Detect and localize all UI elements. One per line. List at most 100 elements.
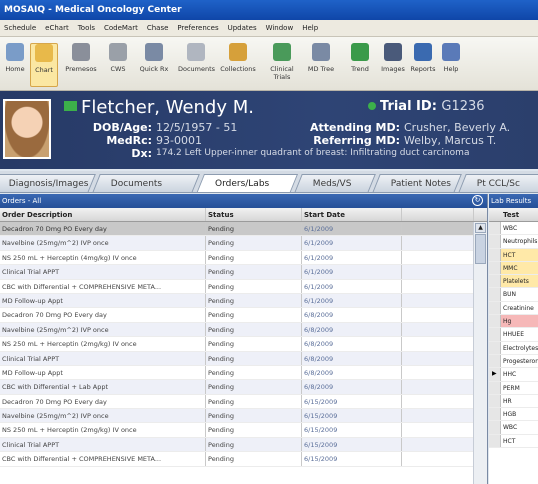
lab-row[interactable]: Electrolytes — [489, 341, 538, 355]
tab-orders-labs[interactable]: Orders/Labs — [195, 174, 299, 192]
referring-value: Welby, Marcus T. — [404, 134, 497, 147]
lab-row[interactable]: Creatinine — [489, 301, 538, 316]
toolbar-trend-button[interactable]: Trend — [345, 43, 375, 87]
extra-cell — [402, 222, 474, 236]
toolbar-chart-button[interactable]: Chart — [30, 43, 58, 87]
lab-row[interactable]: WBC — [489, 222, 538, 236]
refresh-icon[interactable]: ↻ — [472, 195, 483, 206]
toolbar-md-tree-button[interactable]: MD Tree — [303, 43, 339, 87]
table-row[interactable]: NS 250 mL + Herceptin (4mg/kg) IV once Pe… — [0, 250, 487, 266]
lab-results-panel: Lab Results Test WBC Neutrophils HCT MMC Pla… — [489, 194, 538, 484]
lab-row[interactable]: HCT — [489, 248, 538, 262]
lab-row[interactable]: PERM — [489, 381, 538, 395]
toolbar-quick-rx-button[interactable]: Quick Rx — [135, 43, 173, 87]
lab-row[interactable]: BUN — [489, 288, 538, 302]
table-row[interactable]: Navelbine (25mg/m^2) IVP once Pending 6/8/… — [0, 322, 487, 338]
lab-test-name: HR — [503, 397, 512, 405]
tab-documents[interactable]: Documents — [92, 174, 200, 192]
lab-results-body: WBC Neutrophils HCT MMC Platelets BUN Creatini… — [489, 222, 538, 449]
table-row[interactable]: Navelbine (25mg/m^2) IVP once Pending 6/1/… — [0, 236, 487, 251]
order-description-cell: CBC with Differential + COMPREHENSIVE ME… — [0, 279, 206, 293]
toolbar-images-button[interactable]: Images — [380, 43, 406, 87]
lab-row[interactable]: Neutrophils — [489, 235, 538, 249]
lab-row[interactable]: HHUEE — [489, 328, 538, 342]
table-row[interactable]: CBC with Differential + COMPREHENSIVE ME… — [0, 279, 487, 294]
start-date-cell: 6/15/2009 — [302, 437, 402, 452]
menu-item-schedule[interactable]: Schedule — [4, 24, 36, 32]
table-row[interactable]: CBC with Differential + Lab Appt Pending 6… — [0, 380, 487, 395]
table-row[interactable]: MD Follow-up Appt Pending 6/8/2009 — [0, 365, 487, 381]
toolbar-reports-button[interactable]: Reports — [410, 43, 436, 87]
table-row[interactable]: Decadron 70 Dmg PO Every day Pending 6/8/2… — [0, 308, 487, 323]
help-icon — [442, 43, 460, 61]
column-order-description[interactable]: Order Description — [0, 208, 206, 221]
start-date-cell: 6/1/2009 — [302, 293, 402, 308]
toolbar-label: Clinical Trials — [270, 65, 294, 81]
menu-item-window[interactable]: Window — [266, 24, 294, 32]
table-row[interactable]: Decadron 70 Dmg PO Every day Pending 6/1/2… — [0, 222, 487, 237]
orders-scrollbar[interactable]: ▲ — [473, 222, 487, 484]
md-tree-icon — [312, 43, 330, 61]
scroll-up-icon[interactable]: ▲ — [475, 223, 486, 233]
menu-item-tools[interactable]: Tools — [78, 24, 95, 32]
dob-value: 12/5/1957 - 51 — [156, 121, 238, 134]
table-row[interactable]: Navelbine (25mg/m^2) IVP once Pending 6/15… — [0, 409, 487, 424]
toolbar-cws-button[interactable]: CWS — [105, 43, 131, 87]
lab-test-name: Platelets — [503, 278, 529, 286]
table-row[interactable]: Decadron 70 Dmg PO Every day Pending 6/15/… — [0, 394, 487, 410]
table-row[interactable]: NS 250 mL + Herceptin (2mg/kg) IV once Pe… — [0, 423, 487, 438]
lab-column-test[interactable]: Test — [489, 208, 538, 222]
menu-item-updates[interactable]: Updates — [228, 24, 257, 32]
tab-label: Meds/VS — [312, 179, 352, 189]
toolbar-help-button[interactable]: Help — [440, 43, 462, 87]
status-cell: Pending — [206, 365, 302, 380]
table-row[interactable]: NS 250 mL + Herceptin (2mg/kg) IV once Pe… — [0, 337, 487, 352]
tab-diagnosis-images[interactable]: Diagnosis/Images — [0, 174, 96, 192]
lab-row[interactable]: Platelets — [489, 275, 538, 289]
lab-results-header: Lab Results — [489, 194, 538, 208]
toolbar-home-button[interactable]: Home — [2, 43, 28, 87]
toolbar-documents-button[interactable]: Documents — [178, 43, 215, 87]
menu-item-chase[interactable]: Chase — [147, 24, 169, 32]
lab-row[interactable]: WBC — [489, 421, 538, 435]
table-row[interactable]: Clinical Trial APPT Pending 6/1/2009 — [0, 265, 487, 280]
lab-test-name: MMC — [503, 264, 518, 272]
images-icon — [384, 43, 402, 61]
menu-item-help[interactable]: Help — [302, 24, 318, 32]
lab-row[interactable]: HR — [489, 394, 538, 409]
lab-test-name: WBC — [503, 225, 518, 232]
table-row[interactable]: Clinical Trial APPT Pending 6/8/2009 — [0, 351, 487, 366]
lab-test-name: HHUEE — [503, 331, 524, 339]
lab-row[interactable]: Progesterone — [489, 354, 538, 369]
row-selector — [489, 222, 501, 235]
tab-patient-notes[interactable]: Patient Notes — [372, 174, 462, 192]
table-row[interactable]: Clinical Trial APPT Pending 6/15/2009 — [0, 437, 487, 453]
lab-row[interactable]: MMC — [489, 261, 538, 276]
toolbar-premesos-button[interactable]: Premesos — [62, 43, 100, 87]
scroll-thumb[interactable] — [475, 234, 486, 264]
table-row[interactable]: CBC with Differential + COMPREHENSIVE ME… — [0, 452, 487, 467]
column-status[interactable]: Status — [206, 208, 302, 221]
medrc-value: 93-0001 — [156, 134, 202, 147]
lab-test-name: Progesterone — [503, 357, 538, 365]
column-start-date[interactable]: Start Date — [302, 208, 402, 221]
lab-row[interactable]: HCT — [489, 434, 538, 449]
column-extra[interactable] — [402, 208, 474, 221]
status-cell: Pending — [206, 322, 302, 337]
toolbar-collections-button[interactable]: Collections — [218, 43, 258, 87]
window-title-bar: MOSAIQ - Medical Oncology Center — [0, 0, 538, 20]
extra-cell — [402, 293, 474, 308]
start-date-cell: 6/1/2009 — [302, 250, 402, 265]
menu-item-codemart[interactable]: CodeMart — [104, 24, 138, 32]
menu-item-echart[interactable]: eChart — [45, 24, 69, 32]
tab-pt-ccl-sc[interactable]: Pt CCL/Sc — [458, 174, 538, 192]
toolbar-clinical-trials-button[interactable]: Clinical Trials — [262, 43, 302, 87]
lab-row[interactable]: HGB — [489, 408, 538, 422]
lab-row[interactable]: Hg — [489, 315, 538, 329]
table-row[interactable]: MD Follow-up Appt Pending 6/1/2009 — [0, 293, 487, 309]
order-description-cell: Navelbine (25mg/m^2) IVP once — [0, 409, 206, 423]
status-cell: Pending — [206, 236, 302, 250]
menu-item-preferences[interactable]: Preferences — [177, 24, 218, 32]
tab-meds-vs[interactable]: Meds/VS — [294, 174, 376, 192]
lab-row[interactable]: HHC — [489, 368, 538, 382]
